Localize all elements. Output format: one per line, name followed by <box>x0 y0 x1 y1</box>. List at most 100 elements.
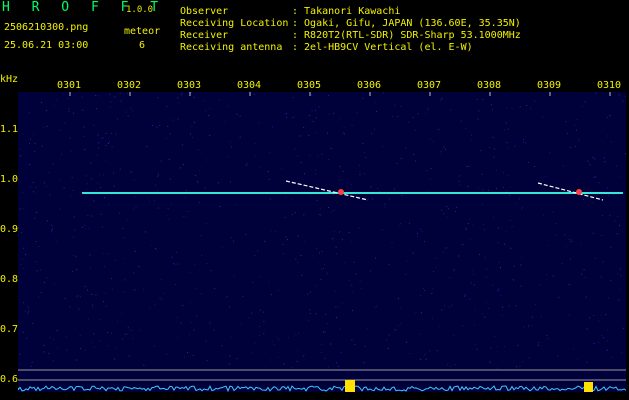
noise-speck <box>287 239 288 241</box>
noise-speck <box>101 213 103 215</box>
noise-speck <box>348 280 350 281</box>
noise-speck <box>486 268 488 270</box>
meta-location-value: : Ogaki, Gifu, JAPAN (136.60E, 35.35N) <box>292 18 521 29</box>
noise-speck <box>583 269 585 271</box>
noise-speck <box>201 254 203 256</box>
noise-speck <box>99 187 101 189</box>
noise-speck <box>400 157 402 159</box>
noise-speck <box>288 337 289 339</box>
noise-speck <box>27 306 29 308</box>
noise-speck <box>297 262 299 264</box>
x-grid-ticks <box>69 92 611 96</box>
noise-speck <box>565 246 567 248</box>
noise-speck <box>350 183 352 185</box>
noise-speck <box>340 118 342 120</box>
noise-speck <box>18 179 20 181</box>
noise-speck <box>527 161 529 163</box>
noise-speck <box>110 101 112 103</box>
noise-speck <box>54 284 56 286</box>
noise-speck <box>230 336 232 338</box>
noise-speck <box>304 240 306 242</box>
noise-speck <box>49 336 51 338</box>
noise-speck <box>416 235 418 237</box>
noise-speck <box>81 96 83 98</box>
noise-speck <box>607 329 609 331</box>
noise-speck <box>364 346 366 347</box>
noise-speck <box>85 175 87 177</box>
noise-speck <box>167 125 169 127</box>
noise-speck <box>87 215 89 216</box>
noise-speck <box>143 364 145 366</box>
noise-speck <box>63 187 65 189</box>
noise-speck <box>228 105 230 107</box>
noise-speck <box>440 151 442 153</box>
noise-speck <box>498 288 500 290</box>
noise-speck <box>159 297 161 299</box>
noise-speck <box>283 363 285 365</box>
noise-speck <box>86 188 88 190</box>
y-tick-0-7: 0.7 <box>0 324 19 335</box>
noise-speck <box>506 142 508 144</box>
noise-speck <box>501 314 503 316</box>
noise-speck <box>254 94 255 95</box>
noise-speck <box>285 196 287 198</box>
noise-speck <box>388 264 390 266</box>
noise-speck <box>339 166 341 167</box>
noise-speck <box>351 291 353 293</box>
noise-speck <box>295 322 297 324</box>
noise-speck <box>577 358 579 360</box>
noise-speck <box>111 133 113 135</box>
noise-speck <box>66 349 68 351</box>
noise-speck <box>291 117 293 119</box>
noise-speck <box>432 288 434 290</box>
noise-speck <box>593 343 595 344</box>
noise-speck <box>177 97 179 99</box>
meta-receiver-value: : R820T2(RTL-SDR) SDR-Sharp 53.1000MHz <box>292 30 521 41</box>
y-tick-1-0: 1.0 <box>0 174 19 185</box>
noise-speck <box>135 206 137 208</box>
noise-speck <box>107 332 109 334</box>
noise-speck <box>260 309 262 311</box>
noise-speck <box>121 313 123 315</box>
spectrogram-canvas <box>18 92 626 392</box>
noise-speck <box>138 329 140 331</box>
noise-speck <box>168 158 170 160</box>
noise-speck <box>31 361 33 363</box>
noise-speck <box>474 309 476 311</box>
noise-speck <box>229 141 231 143</box>
noise-speck <box>23 302 25 304</box>
noise-speck <box>280 168 282 170</box>
noise-speck <box>622 100 624 102</box>
noise-speck <box>268 281 270 283</box>
noise-speck <box>43 351 45 353</box>
noise-speck <box>487 189 489 191</box>
noise-speck <box>76 269 78 271</box>
noise-speck <box>46 126 48 127</box>
noise-speck <box>548 338 550 340</box>
noise-speck <box>359 171 361 173</box>
noise-speck <box>119 168 121 170</box>
noise-speck <box>257 250 259 252</box>
noise-speck <box>584 276 586 278</box>
noise-speck <box>206 263 208 265</box>
noise-speck <box>270 230 272 232</box>
noise-speck <box>348 232 350 234</box>
noise-speck <box>371 133 373 135</box>
noise-speck <box>400 323 402 324</box>
noise-speck <box>115 133 117 135</box>
noise-speck <box>240 322 242 324</box>
noise-speck <box>417 233 419 235</box>
noise-speck <box>51 231 53 233</box>
noise-speck <box>617 273 619 275</box>
noise-speck <box>354 344 356 346</box>
noise-speck <box>84 286 86 287</box>
noise-speck <box>22 258 24 260</box>
noise-speck <box>521 208 523 210</box>
noise-speck <box>608 297 610 299</box>
noise-speck <box>528 325 529 327</box>
noise-speck <box>125 111 127 113</box>
noise-speck <box>412 252 414 254</box>
noise-speck <box>617 215 619 217</box>
noise-speck <box>97 147 99 149</box>
noise-speck <box>397 116 399 117</box>
